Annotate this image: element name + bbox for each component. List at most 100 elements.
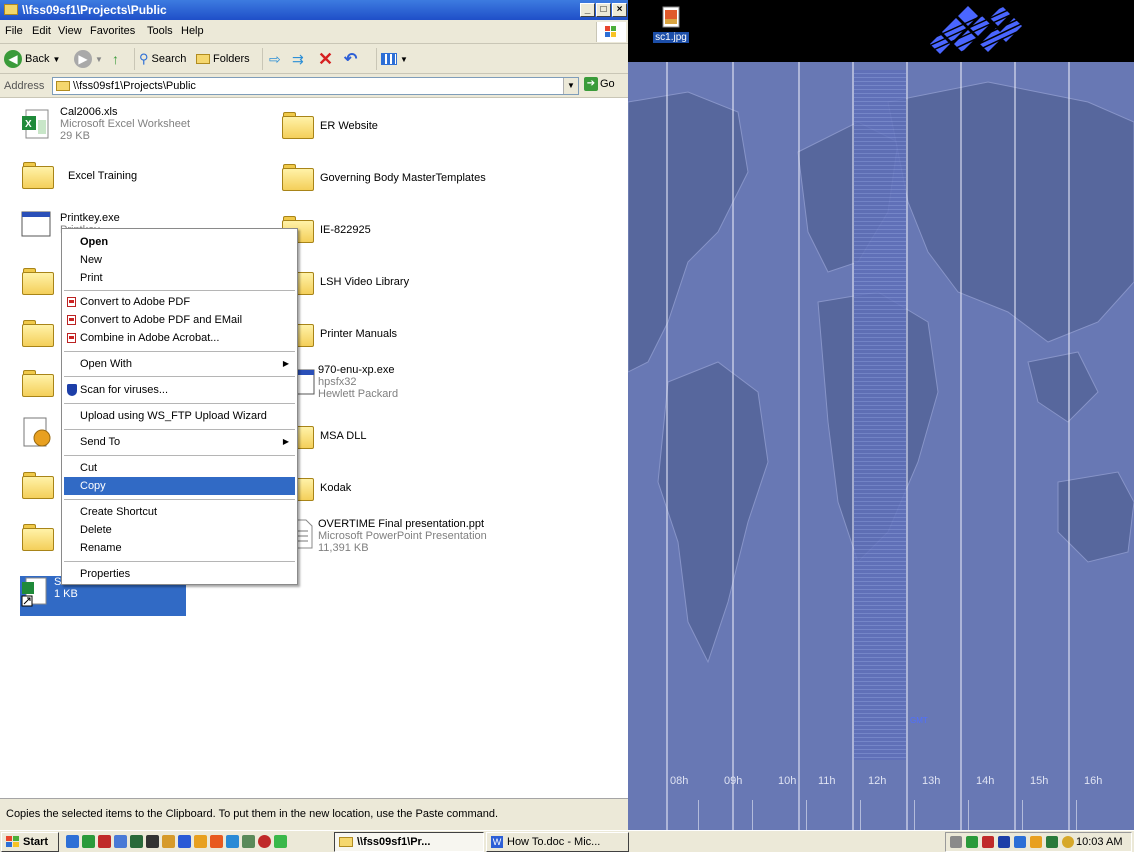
tray-icon[interactable] (950, 836, 962, 848)
submenu-arrow-icon: ▶ (282, 437, 289, 446)
desktop-icon-sc1[interactable]: sc1.jpg (648, 6, 694, 43)
menu-open[interactable]: Open (64, 233, 295, 251)
folder-governing-body[interactable]: Governing Body MasterTemplates (282, 164, 486, 191)
file-name: Cal2006.xls (60, 106, 118, 118)
desktop-icon-label: sc1.jpg (653, 32, 689, 43)
menu-upload-wsftp[interactable]: Upload using WS_FTP Upload Wizard (64, 407, 295, 425)
menu-label: Convert to Adobe PDF and EMail (80, 314, 243, 326)
file-size: 11,391 KB (318, 542, 369, 554)
tz-line (798, 62, 800, 830)
menu-file[interactable]: File (5, 25, 23, 37)
menu-convert-pdf[interactable]: Convert to Adobe PDF (64, 293, 295, 311)
up-folder-button[interactable]: ↑ (112, 48, 119, 70)
minimize-button[interactable]: _ (580, 3, 595, 17)
quicklaunch-app-icon[interactable] (146, 835, 159, 848)
delete-button[interactable]: ✕ (318, 48, 333, 70)
go-label: Go (600, 78, 615, 90)
menu-print[interactable]: Print (64, 269, 295, 287)
quicklaunch-app-icon[interactable] (242, 835, 255, 848)
menu-new[interactable]: New (64, 251, 295, 269)
tray-icon[interactable] (1014, 836, 1026, 848)
menu-scan-viruses[interactable]: Scan for viruses... (64, 381, 295, 399)
setup-package-icon (23, 417, 51, 447)
folder-icon (22, 162, 54, 189)
quicklaunch-app-icon[interactable] (130, 835, 143, 848)
maximize-button[interactable]: □ (596, 3, 611, 17)
menu-tools[interactable]: Tools (147, 25, 173, 37)
menu-view[interactable]: View (58, 25, 82, 37)
go-arrow-icon: ➔ (584, 77, 598, 91)
move-to-button[interactable]: ⇨ (262, 48, 281, 70)
file-cal2006[interactable]: X Cal2006.xls Microsoft Excel Worksheet … (20, 106, 190, 142)
taskbar: Start \\fss09sf1\Pr... W How To.doc - Mi… (0, 830, 1134, 852)
dropdown-icon: ▼ (52, 54, 61, 64)
file-overtime-ppt[interactable]: OVERTIME Final presentation.ppt Microsof… (284, 518, 487, 554)
file-hidden-package[interactable] (20, 416, 60, 448)
menu-cut[interactable]: Cut (64, 459, 295, 477)
tz-line (960, 62, 962, 830)
menu-favorites[interactable]: Favorites (90, 25, 135, 37)
title-bar[interactable]: \\fss09sf1\Projects\Public _ □ × (0, 0, 628, 20)
move-to-icon: ⇨ (269, 50, 281, 67)
folder-printer-manuals[interactable]: Printer Manuals (282, 320, 397, 347)
chevron-down-icon[interactable]: ▼ (563, 78, 578, 94)
menu-open-with[interactable]: Open With ▶ (64, 355, 295, 373)
quicklaunch-app-icon[interactable] (226, 835, 239, 848)
tray-icon[interactable] (1062, 836, 1074, 848)
menu-send-to[interactable]: Send To ▶ (64, 433, 295, 451)
back-label: Back (25, 53, 50, 65)
address-field[interactable]: \\fss09sf1\Projects\Public ▼ (52, 77, 579, 95)
back-arrow-icon: ◀ (4, 50, 22, 68)
tray-icon[interactable] (1046, 836, 1058, 848)
menu-copy[interactable]: Copy (64, 477, 295, 495)
folder-lsh-video-library[interactable]: LSH Video Library (282, 268, 409, 295)
quicklaunch-ie-icon[interactable] (66, 835, 79, 848)
pdf-icon (67, 333, 76, 343)
views-button[interactable]: ▼ (376, 48, 408, 70)
task-word[interactable]: W How To.doc - Mic... (486, 832, 629, 852)
menu-combine-acrobat[interactable]: Combine in Adobe Acrobat... (64, 329, 295, 347)
task-explorer[interactable]: \\fss09sf1\Pr... (334, 832, 484, 852)
close-button[interactable]: × (612, 3, 627, 17)
menu-convert-pdf-email[interactable]: Convert to Adobe PDF and EMail (64, 311, 295, 329)
menu-rename[interactable]: Rename (64, 539, 295, 557)
undo-button[interactable]: ↶ (344, 48, 357, 70)
menu-label: Convert to Adobe PDF (80, 296, 191, 308)
search-button[interactable]: ⚲ Search (134, 48, 186, 70)
up-arrow-icon: ↑ (112, 51, 119, 67)
quicklaunch-app-icon[interactable] (178, 835, 191, 848)
quicklaunch-app-icon[interactable] (210, 835, 223, 848)
quicklaunch-app-icon[interactable] (258, 835, 271, 848)
hour-label: 10h (778, 775, 797, 787)
quicklaunch-app-icon[interactable] (82, 835, 95, 848)
copy-to-button[interactable]: ⇉ (292, 48, 304, 70)
shield-icon[interactable] (998, 836, 1010, 848)
quicklaunch-app-icon[interactable] (194, 835, 207, 848)
folders-button[interactable]: Folders (196, 48, 250, 70)
menu-properties[interactable]: Properties (64, 565, 295, 583)
quicklaunch-app-icon[interactable] (162, 835, 175, 848)
quicklaunch-app-icon[interactable] (114, 835, 127, 848)
quicklaunch-app-icon[interactable] (274, 835, 287, 848)
menu-help[interactable]: Help (181, 25, 204, 37)
word-icon: W (491, 836, 503, 848)
windows-flag-icon (6, 836, 19, 847)
start-button[interactable]: Start (1, 832, 59, 852)
quicklaunch-app-icon[interactable] (98, 835, 111, 848)
tray-icon[interactable] (982, 836, 994, 848)
folder-name: Excel Training (68, 169, 138, 182)
hour-label: 11h (818, 775, 836, 787)
back-button[interactable]: ◀ Back ▼ (4, 48, 60, 70)
tray-icon[interactable] (966, 836, 978, 848)
folder-excel-training[interactable]: Excel Training (22, 162, 137, 189)
folder-icon (339, 837, 353, 847)
forward-button[interactable]: ▶ ▼ (74, 48, 103, 70)
menu-edit[interactable]: Edit (32, 25, 51, 37)
tray-icon[interactable] (1030, 836, 1042, 848)
folder-er-website[interactable]: ER Website (282, 112, 378, 139)
file-970-enu-xp[interactable]: 970-enu-xp.exe hpsfx32 Hewlett Packard (284, 364, 398, 400)
menu-delete[interactable]: Delete (64, 521, 295, 539)
go-button[interactable]: ➔ Go (584, 77, 615, 91)
excel-file-icon: X (22, 109, 49, 139)
menu-create-shortcut[interactable]: Create Shortcut (64, 503, 295, 521)
